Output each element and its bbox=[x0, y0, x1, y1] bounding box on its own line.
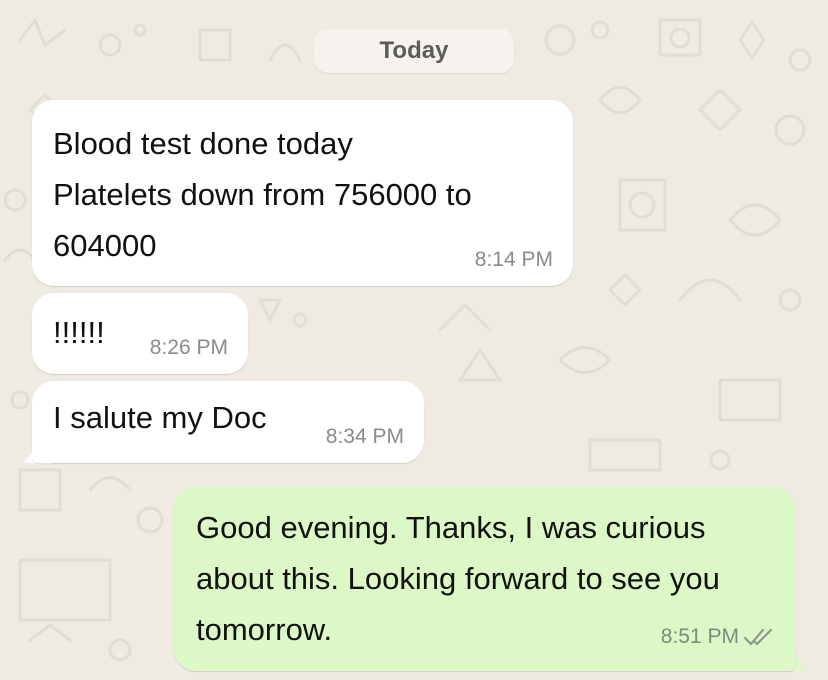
incoming-message-bubble[interactable]: Blood test done today Platelets down fro… bbox=[32, 100, 573, 286]
double-check-icon bbox=[743, 628, 773, 646]
message-timestamp: 8:26 PM bbox=[149, 336, 228, 359]
message-text: Blood test done today Platelets down fro… bbox=[53, 126, 472, 263]
message-text: I salute my Doc bbox=[53, 400, 267, 435]
message-text: Good evening. Thanks, I was curious abou… bbox=[196, 510, 720, 647]
incoming-message-bubble[interactable]: I salute my Doc 8:34 PM bbox=[32, 381, 424, 463]
message-timestamp: 8:51 PM bbox=[660, 625, 739, 648]
message-text: !!!!!! bbox=[53, 315, 105, 350]
outgoing-message-bubble[interactable]: Good evening. Thanks, I was curious abou… bbox=[174, 487, 795, 671]
message-timestamp: 8:34 PM bbox=[325, 425, 404, 448]
incoming-message-bubble[interactable]: !!!!!! 8:26 PM bbox=[32, 293, 248, 374]
date-separator: Today bbox=[314, 29, 514, 73]
message-timestamp: 8:14 PM bbox=[474, 248, 553, 271]
